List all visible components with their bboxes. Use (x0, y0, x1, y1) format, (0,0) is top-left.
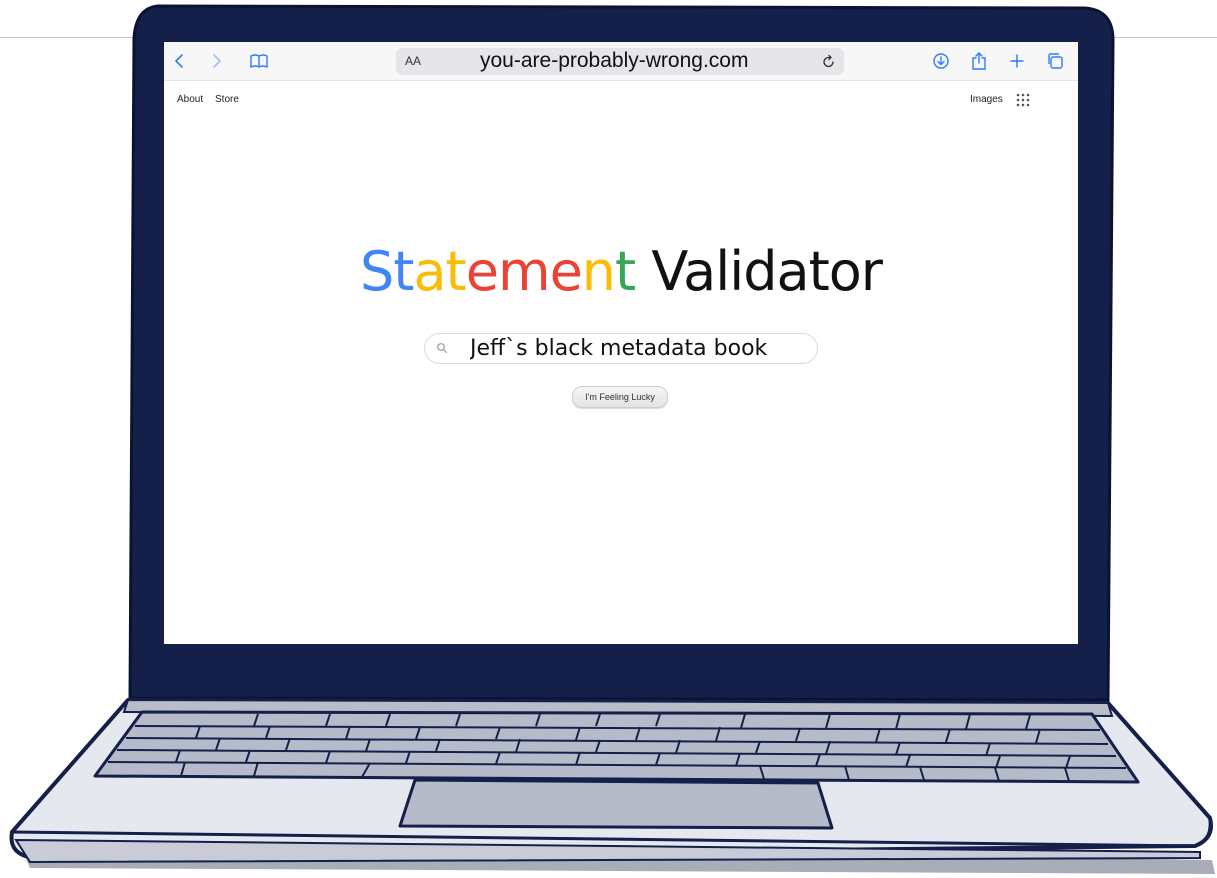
search-input[interactable] (470, 335, 800, 362)
feeling-lucky-button[interactable]: I'm Feeling Lucky (572, 386, 668, 408)
logo-rest-word: Validator (635, 240, 883, 303)
share-icon (972, 52, 986, 70)
nav-link-store[interactable]: Store (215, 94, 239, 105)
bookmarks-icon (250, 54, 268, 69)
new-tab-button[interactable] (1004, 48, 1030, 74)
logo-letter: S (359, 240, 394, 303)
logo-letter: t (393, 240, 414, 303)
logo-letter: e (465, 240, 499, 303)
back-icon (174, 54, 183, 68)
download-button[interactable] (928, 48, 954, 74)
text-size-button[interactable]: AA (405, 54, 421, 68)
logo-letter: a (413, 240, 446, 303)
address-bar[interactable]: AA you-are-probably-wrong.com (396, 48, 844, 75)
logo-letter: n (581, 240, 616, 303)
back-button[interactable] (166, 48, 192, 74)
logo-letter: t (615, 240, 636, 303)
bookmarks-button[interactable] (246, 48, 272, 74)
trackpad (398, 778, 834, 830)
search-icon (437, 343, 448, 354)
apps-grid-icon[interactable] (1016, 93, 1030, 107)
share-button[interactable] (966, 48, 992, 74)
reload-icon[interactable] (821, 54, 837, 70)
logo-colored-word: Statement (359, 240, 636, 303)
browser-toolbar: AA you-are-probably-wrong.com (164, 42, 1078, 81)
tabs-overview-button[interactable] (1042, 48, 1068, 74)
download-icon (933, 53, 949, 69)
logo-letter: t (445, 240, 467, 303)
logo-letter: m (497, 240, 551, 303)
browser-screen: AA you-are-probably-wrong.com About Stor… (164, 42, 1078, 644)
url-text[interactable]: you-are-probably-wrong.com (480, 49, 748, 73)
tabs-icon (1048, 53, 1063, 69)
forward-icon (213, 54, 222, 68)
keyboard-area (93, 710, 1140, 784)
nav-link-images[interactable]: Images (970, 94, 1003, 105)
nav-link-about[interactable]: About (177, 94, 203, 105)
search-box[interactable] (424, 333, 818, 364)
site-logo: Statement Validator (164, 240, 1078, 303)
forward-button[interactable] (204, 48, 230, 74)
logo-letter: e (549, 240, 583, 303)
new-tab-icon (1010, 54, 1024, 68)
